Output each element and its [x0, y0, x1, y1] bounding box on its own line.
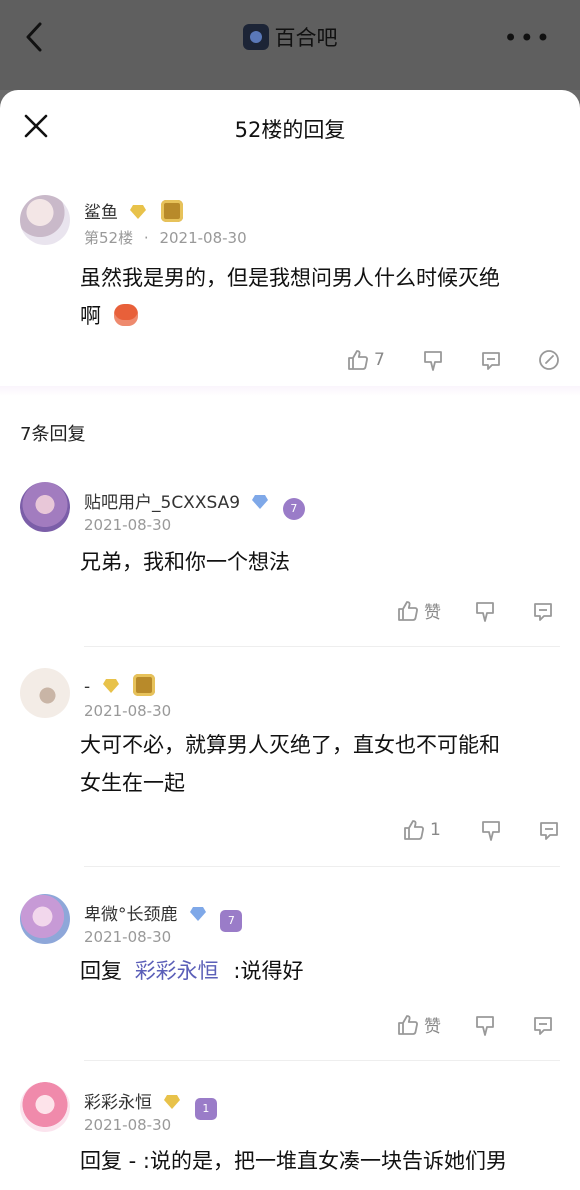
comment-button[interactable] [479, 348, 503, 372]
like-count: 1 [430, 820, 441, 840]
edit-button[interactable] [537, 348, 561, 372]
avatar[interactable] [20, 894, 70, 944]
comment-icon [534, 1016, 552, 1035]
level-badge-icon [164, 1095, 181, 1109]
like-icon [348, 350, 368, 370]
dislike-button[interactable] [421, 348, 445, 372]
like-count: 7 [374, 350, 385, 370]
avatar[interactable] [20, 195, 70, 245]
reply-separator [84, 1060, 560, 1061]
reply-content: 兄弟，我和你一个想法 [80, 550, 290, 574]
reply-actions: 赞 [396, 1012, 555, 1037]
like-label: 赞 [424, 603, 441, 623]
comment-button[interactable] [537, 818, 561, 842]
reply-content-line: 大可不必，就算男人灭绝了，直女也不可能和 [80, 733, 500, 757]
dislike-icon [476, 1015, 494, 1036]
sheet-title: 52楼的回复 [234, 118, 346, 142]
level-badge-icon [102, 679, 119, 693]
username-text: 贴吧用户_5CXXSA9 [84, 493, 241, 513]
member-badge-icon: 7 [282, 498, 305, 520]
username-text: - [84, 677, 91, 697]
reply-content-line: 女生在一起 [80, 771, 185, 795]
meta-dot: · [143, 229, 149, 247]
reply-content: 回复 - :说的是，把一堆直女凑一块告诉她们男 [80, 1149, 508, 1173]
member-badge-icon: 7 [220, 910, 243, 932]
app-top-bar: 百合吧 ••• [0, 0, 580, 90]
username-text: 鲨鱼 [84, 203, 118, 223]
like-label: 赞 [424, 1017, 441, 1037]
app-logo-icon [242, 24, 269, 50]
post-actions: 7 [346, 348, 561, 372]
dislike-button[interactable] [473, 599, 497, 623]
reply-date: 2021-08-30 [84, 1116, 172, 1134]
angry-emoji-icon [113, 304, 138, 326]
replies-count: 7条回复 [20, 424, 86, 445]
app-title-text: 百合吧 [274, 26, 338, 50]
comment-button[interactable] [531, 599, 555, 623]
post-username[interactable]: 鲨鱼 [84, 198, 183, 223]
reply-prefix: 回复 [80, 959, 122, 983]
like-icon [398, 600, 418, 621]
honor-badge-icon [160, 200, 183, 222]
dislike-icon [423, 351, 442, 371]
reply-content: 大可不必，就算男人灭绝了，直女也不可能和 女生在一起 [80, 726, 570, 802]
reply-target-link[interactable]: 彩彩永恒 [135, 959, 219, 983]
username-text: 卑微°长颈鹿 [84, 905, 178, 925]
comment-icon [534, 602, 552, 621]
avatar[interactable] [20, 668, 70, 718]
comment-icon [539, 822, 558, 840]
post-content-line: 啊 [80, 297, 570, 335]
post-content-text: 啊 [80, 304, 101, 328]
reply-actions: 1 [402, 818, 561, 842]
reply-separator [84, 646, 560, 647]
reply-date: 2021-08-30 [84, 702, 172, 720]
avatar[interactable] [20, 1082, 70, 1132]
edit-icon [538, 350, 559, 370]
sheet-header: 52楼的回复 [0, 90, 580, 164]
honor-badge-icon [132, 674, 155, 696]
like-button[interactable]: 1 [402, 818, 441, 842]
reply-date: 2021-08-30 [84, 928, 172, 946]
level-badge-icon [130, 205, 147, 219]
reply-text: :说得好 [233, 959, 304, 983]
more-icon[interactable]: ••• [504, 24, 552, 52]
dislike-icon [481, 821, 500, 841]
post-date: 2021-08-30 [159, 229, 247, 247]
reply-username[interactable]: - [84, 674, 155, 697]
app-title[interactable]: 百合吧 [0, 22, 580, 52]
comment-icon [481, 352, 500, 370]
dislike-button[interactable] [479, 818, 503, 842]
like-button[interactable]: 赞 [396, 598, 441, 623]
like-icon [398, 1014, 418, 1035]
floor-label: 第52楼 [84, 229, 134, 247]
reply-sheet: 52楼的回复 鲨鱼 第52楼 · 2021-08-30 虽然我是男的，但是我想问… [0, 90, 580, 1190]
like-button[interactable]: 7 [346, 348, 385, 372]
post-content: 虽然我是男的，但是我想问男人什么时候灭绝 啊 [80, 259, 570, 335]
section-divider [0, 386, 580, 396]
dislike-button[interactable] [473, 1013, 497, 1037]
reply-content: 回复 彩彩永恒 :说得好 [80, 952, 303, 990]
comment-button[interactable] [531, 1013, 555, 1037]
reply-separator [84, 866, 560, 867]
avatar[interactable] [20, 482, 70, 532]
username-text: 彩彩永恒 [84, 1093, 152, 1113]
post-content-line: 虽然我是男的，但是我想问男人什么时候灭绝 [80, 266, 500, 290]
level-badge-icon [252, 495, 269, 509]
post-meta: 第52楼 · 2021-08-30 [84, 227, 247, 248]
reply-actions: 赞 [396, 598, 555, 623]
member-badge-icon: 1 [194, 1098, 217, 1120]
dislike-icon [476, 601, 494, 622]
like-button[interactable]: 赞 [396, 1012, 441, 1037]
like-icon [404, 820, 424, 840]
reply-date: 2021-08-30 [84, 516, 172, 534]
level-badge-icon [189, 907, 206, 921]
